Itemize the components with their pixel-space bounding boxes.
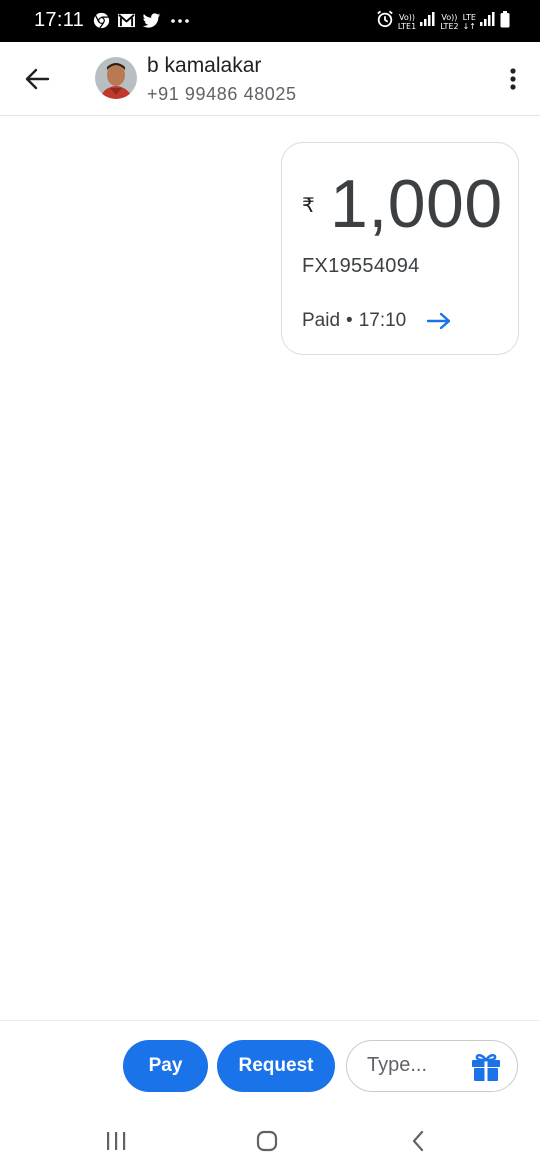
status-right-icons: Vo)) LTE1 Vo)) LTE2 LTE ↓↑ xyxy=(376,10,510,33)
alarm-icon xyxy=(376,10,394,33)
status-time: 17:11 xyxy=(34,9,85,31)
data-label: LTE ↓↑ xyxy=(462,12,476,31)
payment-status: Paid xyxy=(302,310,341,331)
arrow-right-icon[interactable] xyxy=(426,311,452,331)
avatar[interactable] xyxy=(95,57,137,99)
currency-symbol: ₹ xyxy=(302,195,315,217)
transaction-id: FX19554094 xyxy=(302,255,420,277)
twitter-icon xyxy=(142,11,161,30)
more-dots-icon xyxy=(167,11,193,30)
more-options-button[interactable] xyxy=(500,62,526,96)
contact-phone: +91 99486 48025 xyxy=(147,84,297,104)
chrome-icon xyxy=(92,11,111,30)
battery-icon xyxy=(500,10,510,33)
message-input[interactable] xyxy=(367,1054,463,1077)
sim1-label: Vo)) LTE1 xyxy=(397,12,417,31)
gift-button[interactable] xyxy=(469,1050,503,1084)
sim2-label: Vo)) LTE2 xyxy=(440,12,459,31)
status-bar: 17:11 Vo)) LTE1 Vo)) LTE2 LTE ↓↑ xyxy=(0,0,540,42)
recents-icon xyxy=(107,1132,126,1150)
signal-icon xyxy=(420,11,436,32)
arrow-left-icon xyxy=(25,68,50,90)
recents-button[interactable] xyxy=(96,1126,136,1156)
payment-card[interactable]: ₹ 1,000 FX19554094 Paid • 17:10 xyxy=(281,142,519,355)
status-separator: • xyxy=(346,310,353,331)
chat-header: b kamalakar +91 99486 48025 xyxy=(0,42,540,116)
request-button[interactable]: Request xyxy=(217,1040,335,1092)
signal-icon xyxy=(480,11,496,32)
payment-amount: 1,000 xyxy=(330,166,503,242)
back-button[interactable] xyxy=(20,62,54,96)
system-back-button[interactable] xyxy=(398,1126,438,1156)
action-bar: Pay Request xyxy=(0,1020,540,1112)
payment-time: 17:10 xyxy=(358,310,407,331)
system-nav-bar xyxy=(0,1112,540,1170)
contact-name: b kamalakar xyxy=(147,54,262,77)
chevron-left-icon xyxy=(412,1130,424,1152)
payment-status-row: Paid • 17:10 xyxy=(302,310,452,332)
home-button[interactable] xyxy=(247,1126,287,1156)
data-arrows-icon: ↓↑ xyxy=(462,21,476,31)
pay-button[interactable]: Pay xyxy=(123,1040,208,1092)
gmail-icon xyxy=(117,11,136,30)
more-vertical-icon xyxy=(510,68,516,90)
message-field[interactable] xyxy=(346,1040,518,1092)
notification-icons xyxy=(92,11,193,30)
home-icon xyxy=(256,1130,278,1152)
gift-icon xyxy=(472,1054,500,1081)
